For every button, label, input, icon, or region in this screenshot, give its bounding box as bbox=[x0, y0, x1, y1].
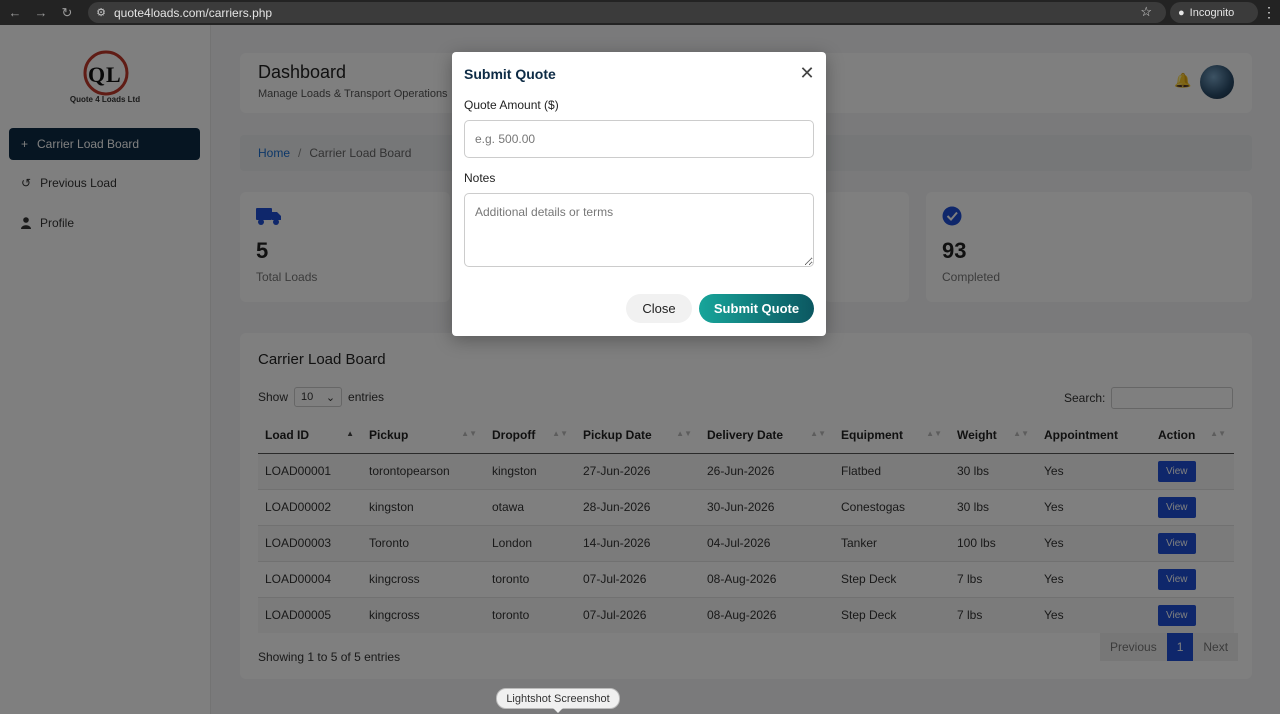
browser-menu-icon[interactable]: ⋮ bbox=[1258, 0, 1280, 25]
incognito-badge[interactable]: ● Incognito bbox=[1170, 2, 1258, 23]
quote-amount-label: Quote Amount ($) bbox=[464, 98, 559, 112]
submit-quote-modal: Submit Quote ✕ Quote Amount ($) Notes Cl… bbox=[452, 52, 826, 336]
address-bar[interactable]: ⚙ quote4loads.com/carriers.php ☆ bbox=[88, 2, 1166, 23]
notes-label: Notes bbox=[464, 171, 496, 185]
forward-icon[interactable]: → bbox=[28, 0, 54, 25]
lightshot-tooltip: Lightshot Screenshot bbox=[496, 688, 620, 709]
back-icon[interactable]: ← bbox=[2, 0, 28, 25]
url-text: quote4loads.com/carriers.php bbox=[114, 5, 273, 20]
close-button[interactable]: Close bbox=[626, 294, 692, 323]
reload-icon[interactable]: ↻ bbox=[54, 0, 80, 25]
site-settings-icon[interactable]: ⚙ bbox=[88, 6, 114, 19]
bookmark-star-icon[interactable]: ☆ bbox=[1140, 4, 1152, 20]
incognito-icon: ● bbox=[1178, 6, 1185, 19]
close-icon[interactable]: ✕ bbox=[798, 64, 816, 82]
submit-quote-button[interactable]: Submit Quote bbox=[699, 294, 814, 323]
tooltip-arrow bbox=[553, 708, 563, 713]
quote-amount-input[interactable] bbox=[464, 120, 814, 158]
browser-toolbar: ← → ↻ ⚙ quote4loads.com/carriers.php ☆ ●… bbox=[0, 0, 1280, 25]
notes-textarea[interactable] bbox=[464, 193, 814, 267]
modal-title: Submit Quote bbox=[464, 66, 556, 82]
incognito-label: Incognito bbox=[1189, 6, 1235, 19]
